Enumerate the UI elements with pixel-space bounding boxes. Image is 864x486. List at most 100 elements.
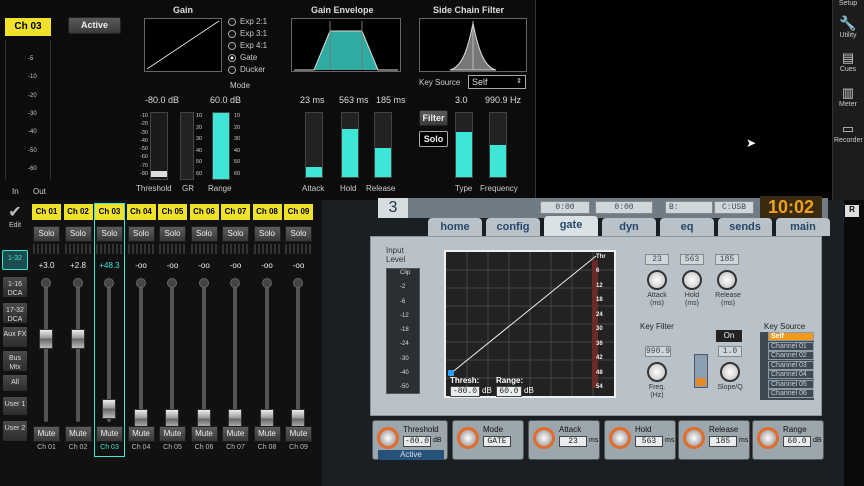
solo-button[interactable]: Solo bbox=[33, 226, 60, 242]
fader-cap[interactable] bbox=[70, 329, 85, 350]
solo-button[interactable]: Solo bbox=[190, 226, 218, 242]
frequency-meter[interactable] bbox=[489, 112, 507, 178]
mute-button[interactable]: Mute bbox=[222, 426, 249, 442]
bottom-knob[interactable] bbox=[683, 427, 705, 449]
threshold-handle[interactable] bbox=[151, 171, 167, 177]
bottom-knob-panel[interactable]: Release 185 ms bbox=[678, 420, 750, 460]
mute-button[interactable]: Mute bbox=[33, 426, 60, 442]
key-filter-on-button[interactable]: On bbox=[716, 330, 742, 342]
channel-name[interactable]: Ch 04 bbox=[126, 204, 156, 220]
channel-gain[interactable]: -oo bbox=[252, 259, 282, 273]
mute-button[interactable]: Mute bbox=[253, 426, 281, 442]
channel-gain[interactable]: -oo bbox=[221, 259, 250, 273]
mute-button[interactable]: Mute bbox=[127, 426, 155, 442]
release-knob[interactable] bbox=[717, 270, 737, 290]
slope-knob[interactable] bbox=[720, 362, 740, 382]
freq-knob[interactable] bbox=[647, 362, 667, 382]
attack-knob[interactable] bbox=[647, 270, 667, 290]
bottom-knob[interactable] bbox=[457, 427, 479, 449]
side-button[interactable]: Aux FX bbox=[2, 326, 28, 348]
key-source-option[interactable]: Channel 02 bbox=[768, 351, 814, 360]
mode-option[interactable]: Exp 4:1 bbox=[228, 40, 288, 52]
bottom-knob[interactable] bbox=[609, 427, 631, 449]
side-button[interactable]: 1-16 DCA bbox=[2, 276, 28, 298]
photo-tab[interactable]: eq bbox=[660, 218, 714, 236]
key-source-option[interactable]: Channel 01 bbox=[768, 341, 814, 351]
edit-button[interactable]: ✔ Edit bbox=[2, 204, 28, 238]
side-button[interactable]: User 1 bbox=[2, 396, 28, 416]
bottom-knob-panel[interactable]: Range 60.0 dB bbox=[752, 420, 824, 460]
toolbar-utility[interactable]: 🔧 Utility bbox=[834, 15, 862, 39]
solo-button[interactable]: Solo bbox=[159, 226, 186, 242]
bottom-knob-panel[interactable]: Mode GATE bbox=[452, 420, 524, 460]
hold-knob[interactable] bbox=[682, 270, 702, 290]
mute-button[interactable]: Mute bbox=[96, 426, 123, 442]
photo-tab[interactable]: sends bbox=[718, 218, 772, 236]
photo-tab[interactable]: gate bbox=[544, 216, 598, 236]
mute-button[interactable]: Mute bbox=[285, 426, 312, 442]
key-source-list[interactable]: Self Channel 01 Channel 02 Channel 03 Channe… bbox=[760, 332, 814, 400]
gain-mode-list[interactable]: Exp 2:1 Exp 3:1 Exp 4:1 Gate Ducker bbox=[228, 16, 288, 80]
fader-cap[interactable] bbox=[102, 399, 116, 420]
threshold-meter[interactable] bbox=[150, 112, 168, 180]
type-meter[interactable] bbox=[455, 112, 473, 178]
mode-option[interactable]: Ducker bbox=[228, 64, 288, 76]
solo-button[interactable]: Solo bbox=[96, 226, 123, 242]
channel-gain[interactable]: -oo bbox=[284, 259, 313, 273]
key-source-option[interactable]: Channel 04 bbox=[768, 370, 814, 379]
channel-gain[interactable]: -oo bbox=[126, 259, 156, 273]
toolbar-setup[interactable]: Setup bbox=[834, 0, 862, 7]
photo-tab[interactable]: main bbox=[776, 218, 830, 236]
toolbar-cues[interactable]: ▤ Cues bbox=[834, 50, 862, 73]
side-button[interactable]: User 2 bbox=[2, 420, 28, 442]
channel-name[interactable]: Ch 08 bbox=[252, 204, 282, 220]
fader-cap[interactable] bbox=[39, 329, 53, 350]
mute-button[interactable]: Mute bbox=[190, 426, 218, 442]
sidechain-solo-button[interactable]: Solo bbox=[419, 131, 448, 147]
mute-button[interactable]: Mute bbox=[64, 426, 92, 442]
channel-gain[interactable]: +2.8 bbox=[63, 259, 93, 273]
channel-name[interactable]: Ch 07 bbox=[221, 204, 250, 220]
hold-meter[interactable] bbox=[341, 112, 359, 178]
bottom-knob[interactable] bbox=[757, 427, 779, 449]
filter-button[interactable]: Filter bbox=[419, 110, 448, 126]
channel-gain[interactable]: +48.3 bbox=[95, 259, 124, 273]
photo-tab[interactable]: dyn bbox=[602, 218, 656, 236]
key-source-option[interactable]: Self bbox=[768, 332, 814, 341]
solo-button[interactable]: Solo bbox=[222, 226, 249, 242]
solo-button[interactable]: Solo bbox=[285, 226, 312, 242]
side-button[interactable]: All bbox=[2, 374, 28, 392]
channel-name[interactable]: Ch 02 bbox=[63, 204, 93, 220]
channel-name[interactable]: Ch 05 bbox=[158, 204, 187, 220]
key-source-option[interactable]: Channel 03 bbox=[768, 360, 814, 370]
solo-button[interactable]: Solo bbox=[253, 226, 281, 242]
solo-button[interactable]: Solo bbox=[127, 226, 155, 242]
channel-badge[interactable]: Ch 03 bbox=[5, 18, 51, 36]
channel-gain[interactable]: +3.0 bbox=[32, 259, 61, 273]
channel-gain[interactable]: -oo bbox=[189, 259, 219, 273]
mode-option[interactable]: Exp 2:1 bbox=[228, 16, 288, 28]
attack-meter[interactable] bbox=[305, 112, 323, 178]
side-button[interactable]: Bus Mtx bbox=[2, 350, 28, 372]
solo-button[interactable]: Solo bbox=[64, 226, 92, 242]
side-button[interactable]: 17-32 DCA bbox=[2, 302, 28, 324]
toolbar-meter[interactable]: ▥ Meter bbox=[834, 85, 862, 108]
mode-option[interactable]: Exp 3:1 bbox=[228, 28, 288, 40]
bottom-knob-panel[interactable]: Attack 23 ms bbox=[528, 420, 600, 460]
bottom-knob[interactable] bbox=[377, 427, 399, 449]
key-source-select[interactable]: Self ⇕ bbox=[468, 75, 526, 89]
channel-gain[interactable]: -oo bbox=[158, 259, 187, 273]
mode-option[interactable]: Gate bbox=[228, 52, 288, 64]
release-meter[interactable] bbox=[374, 112, 392, 178]
bottom-knob-panel[interactable]: Hold 563 ms bbox=[604, 420, 676, 460]
key-source-option[interactable]: Channel 06 bbox=[768, 389, 814, 398]
channel-name[interactable]: Ch 03 bbox=[95, 204, 124, 220]
photo-tab[interactable]: config bbox=[486, 218, 540, 236]
side-button[interactable]: 1-32 bbox=[2, 250, 28, 270]
channel-name[interactable]: Ch 09 bbox=[284, 204, 313, 220]
range-meter[interactable] bbox=[212, 112, 230, 180]
bottom-knob[interactable] bbox=[533, 427, 555, 449]
toolbar-recorder[interactable]: ▭ Recorder bbox=[834, 121, 863, 144]
channel-name[interactable]: Ch 06 bbox=[189, 204, 219, 220]
channel-name[interactable]: Ch 01 bbox=[32, 204, 61, 220]
